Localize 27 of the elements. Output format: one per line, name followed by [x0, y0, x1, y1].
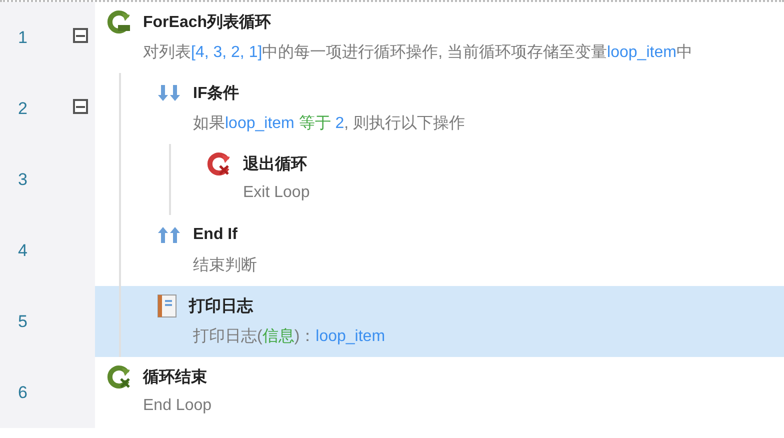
step-row[interactable]: 打印日志 打印日志(信息)：loop_item: [95, 286, 784, 357]
step-title: End If: [193, 226, 238, 244]
step-title: 循环结束: [143, 368, 207, 388]
line-number: 3: [18, 170, 28, 190]
line-number: 1: [18, 28, 28, 48]
step-title: ForEach列表循环: [143, 12, 272, 32]
step-description: 对列表[4, 3, 2, 1]中的每一项进行循环操作, 当前循环项存储至变量loop_item中: [143, 42, 692, 63]
step-title: 打印日志: [189, 296, 253, 316]
step-description: 如果loop_item 等于 2, 则执行以下操作: [193, 114, 466, 134]
step-description: End Loop: [143, 397, 212, 415]
notebook-icon: [157, 294, 177, 318]
loop-end-icon: [107, 365, 131, 389]
arrows-down-icon: [157, 83, 181, 103]
loop-icon: [107, 10, 131, 34]
arrows-up-icon: [157, 225, 181, 245]
line-number: 6: [18, 382, 28, 402]
line-number: 2: [18, 98, 28, 118]
collapse-button[interactable]: [73, 28, 88, 43]
step-description: Exit Loop: [243, 184, 310, 202]
step-description: 结束判断: [193, 256, 257, 276]
collapse-button[interactable]: [73, 99, 88, 114]
line-number: 5: [18, 312, 28, 332]
step-title: 退出循环: [243, 154, 307, 174]
exit-loop-icon: [207, 152, 231, 176]
step-title: IF条件: [193, 84, 240, 104]
step-description: 打印日志(信息)：loop_item: [193, 326, 386, 347]
line-number: 4: [18, 240, 28, 260]
